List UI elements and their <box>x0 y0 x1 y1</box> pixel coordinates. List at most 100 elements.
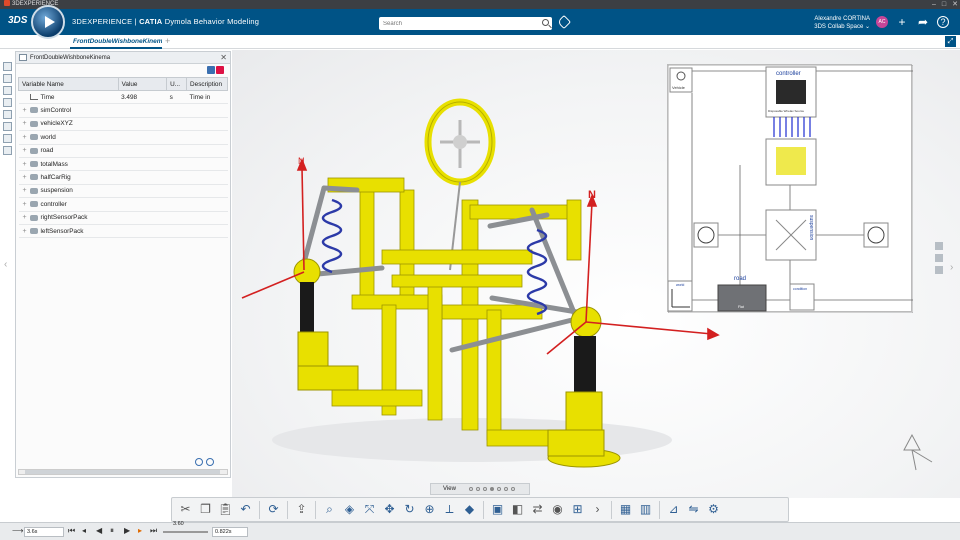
page-dot[interactable] <box>483 487 487 491</box>
tool-icon-2[interactable] <box>3 74 12 83</box>
table-row[interactable]: + halfCarRig <box>18 170 228 185</box>
dymola-diagram[interactable]: Vehicle controller Disposable Wirelax So… <box>667 64 914 314</box>
last-frame-icon[interactable]: ⏭ <box>150 526 157 536</box>
collapse-left-icon[interactable]: ‹ <box>4 259 7 270</box>
search-input[interactable] <box>379 17 529 30</box>
search-box[interactable] <box>379 17 552 30</box>
add-icon[interactable]: + <box>895 15 909 29</box>
normal-view-icon[interactable]: ⟂ <box>441 501 458 518</box>
search-icon[interactable] <box>542 19 549 26</box>
end-time-field[interactable]: 0.822s <box>212 527 248 537</box>
page-dot[interactable] <box>504 487 508 491</box>
expand-icon[interactable]: + <box>23 174 30 181</box>
tool-icon-5[interactable] <box>3 110 12 119</box>
update-icon[interactable]: ⟳ <box>265 501 282 518</box>
tab-front-double-wishbone[interactable]: FrontDoubleWishboneKinema <box>70 35 162 49</box>
panel-horizontal-scrollbar[interactable] <box>18 469 228 475</box>
cut-icon[interactable]: ✂ <box>177 501 194 518</box>
clear-filter-icon[interactable] <box>216 66 224 74</box>
table-row[interactable]: + simControl <box>18 103 228 118</box>
expand-icon[interactable]: + <box>23 134 30 141</box>
hide-show-icon[interactable]: ◧ <box>509 501 526 518</box>
share-icon[interactable]: ➦ <box>916 15 930 29</box>
expand-icon[interactable]: + <box>23 161 30 168</box>
side-tool-icon-1[interactable] <box>935 242 943 250</box>
layout-icon[interactable]: ⊞ <box>569 501 586 518</box>
maximize-icon[interactable]: □ <box>942 0 946 9</box>
col-header-value[interactable]: Value <box>117 77 168 91</box>
page-dot[interactable] <box>469 487 473 491</box>
collapse-right-icon[interactable]: › <box>950 262 953 273</box>
iso-view-icon[interactable]: ◆ <box>461 501 478 518</box>
step-back-icon[interactable]: ◂ <box>82 526 86 535</box>
step-forward-icon[interactable]: ▸ <box>138 526 142 535</box>
view-pager[interactable]: View <box>430 483 530 495</box>
user-space[interactable]: 3DS Collab Space ⌄ <box>790 23 870 31</box>
render-style-icon[interactable]: ▣ <box>489 501 506 518</box>
expand-icon[interactable]: + <box>23 214 30 221</box>
loop-icon[interactable]: ⟶ <box>12 526 23 535</box>
material-icon[interactable]: ◉ <box>549 501 566 518</box>
avatar[interactable]: AC <box>876 16 888 28</box>
tool-icon-4[interactable] <box>3 98 12 107</box>
cube-view-icon[interactable]: ◈ <box>341 501 358 518</box>
minimize-icon[interactable]: – <box>932 0 936 9</box>
first-frame-icon[interactable]: ⏮ <box>68 526 75 536</box>
table-row[interactable]: + leftSensorPack <box>18 224 228 239</box>
plot-icon[interactable] <box>195 458 203 466</box>
compare-icon[interactable]: ⇋ <box>685 501 702 518</box>
fit-all-icon[interactable]: ⤧ <box>361 501 378 518</box>
orientation-triad-icon[interactable] <box>903 433 933 471</box>
table-row[interactable]: Time 3.498 s Time in <box>18 90 228 105</box>
export-icon[interactable]: ⇪ <box>293 501 310 518</box>
table-view-icon[interactable]: ▥ <box>637 501 654 518</box>
time-slider[interactable] <box>163 531 208 533</box>
copy-icon[interactable]: ❐ <box>197 501 214 518</box>
expand-icon[interactable]: + <box>23 228 30 235</box>
expand-icon[interactable]: + <box>23 147 30 154</box>
table-row[interactable]: + suspension <box>18 184 228 199</box>
tool-icon-7[interactable] <box>3 134 12 143</box>
col-header-name[interactable]: Variable Name <box>18 77 119 91</box>
settings-icon[interactable]: ⚙ <box>705 501 722 518</box>
more-icon[interactable]: › <box>589 501 606 518</box>
tag-icon[interactable] <box>556 14 572 30</box>
filter-icon[interactable] <box>207 66 215 74</box>
close-window-icon[interactable]: ✕ <box>952 0 958 9</box>
undo-icon[interactable]: ↶ <box>237 501 254 518</box>
play-icon[interactable]: ▶ <box>124 526 130 535</box>
page-dot-active[interactable] <box>490 487 494 491</box>
add-tab-icon[interactable]: + <box>165 36 170 46</box>
paste-icon[interactable]: 📋︎ <box>217 501 234 518</box>
measure-icon[interactable]: ⊿ <box>665 501 682 518</box>
table-row[interactable]: + vehicleXYZ <box>18 117 228 132</box>
table-row[interactable]: + rightSensorPack <box>18 211 228 225</box>
col-header-description[interactable]: Description <box>186 77 228 91</box>
page-dot[interactable] <box>476 487 480 491</box>
table-row[interactable]: + road <box>18 144 228 158</box>
zoom-area-icon[interactable]: ⊕ <box>421 501 438 518</box>
panel-close-icon[interactable]: ✕ <box>220 52 227 64</box>
side-tool-icon-3[interactable] <box>935 266 943 274</box>
side-tool-icon-2[interactable] <box>935 254 943 262</box>
pan-icon[interactable]: ✥ <box>381 501 398 518</box>
tool-icon-6[interactable] <box>3 122 12 131</box>
compass-icon[interactable] <box>31 5 65 39</box>
page-dot[interactable] <box>511 487 515 491</box>
help-icon[interactable]: ? <box>937 16 949 28</box>
expand-icon[interactable]: + <box>23 107 30 114</box>
refresh-icon[interactable] <box>206 458 214 466</box>
tool-icon-1[interactable] <box>3 62 12 71</box>
swap-space-icon[interactable]: ⇄ <box>529 501 546 518</box>
scrollbar-thumb[interactable] <box>25 470 220 474</box>
table-row[interactable]: + totalMass <box>18 157 228 172</box>
page-dot[interactable] <box>497 487 501 491</box>
user-info[interactable]: Alexandre CORTINA 3DS Collab Space ⌄ <box>790 15 870 31</box>
zoom-icon[interactable]: ⌕ <box>321 501 338 518</box>
tool-icon-3[interactable] <box>3 86 12 95</box>
pause-icon[interactable]: ⏸ <box>110 526 114 536</box>
grid-icon[interactable]: ▦ <box>617 501 634 518</box>
table-row[interactable]: + world <box>18 130 228 145</box>
expand-icon[interactable]: + <box>23 201 30 208</box>
rotate-icon[interactable]: ↻ <box>401 501 418 518</box>
